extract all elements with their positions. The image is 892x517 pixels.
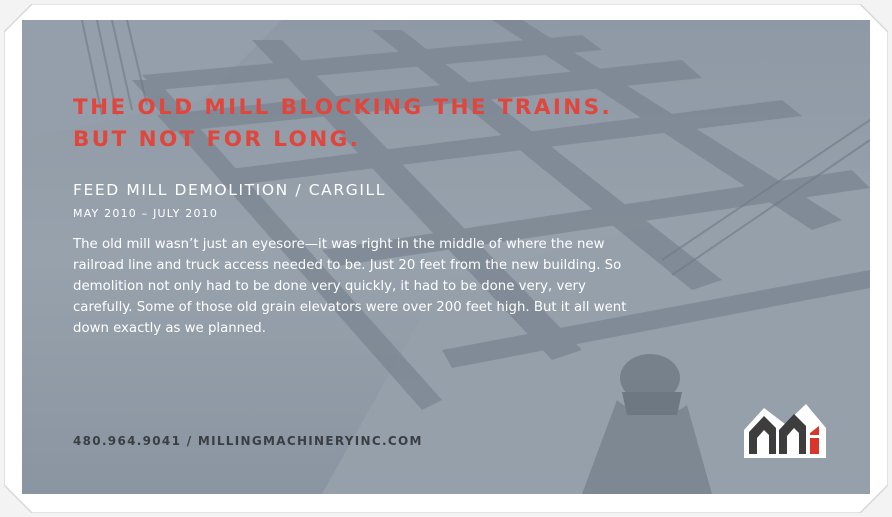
headline-line-2: BUT NOT FOR LONG. — [73, 127, 361, 152]
contact-info: 480.964.9041 / MILLINGMACHINERYINC.COM — [73, 434, 423, 448]
mm-logo-icon — [744, 404, 826, 458]
headline-line-1: THE OLD MILL BLOCKING THE TRAINS. — [73, 95, 613, 120]
headline: THE OLD MILL BLOCKING THE TRAINS. BUT NO… — [73, 92, 713, 156]
project-dates: MAY 2010 – JULY 2010 — [73, 207, 219, 220]
project-description: The old mill wasn’t just an eyesore—it w… — [73, 237, 627, 336]
project-title: FEED MILL DEMOLITION / CARGILL — [73, 181, 386, 199]
